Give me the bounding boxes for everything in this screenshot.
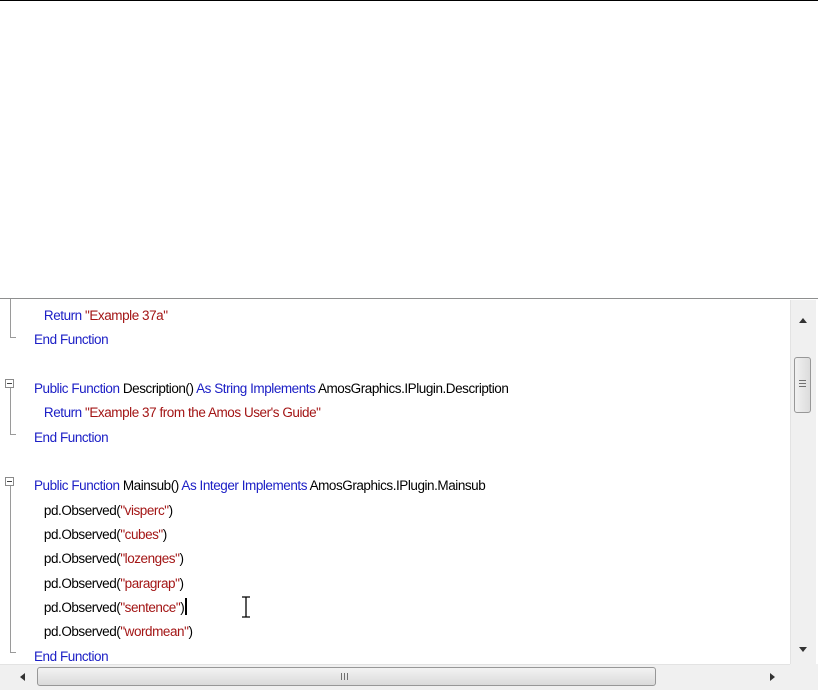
outline-end-tick [10,434,16,435]
code-text: Mainsub() [122,478,182,494]
code-text: Description() [122,381,197,397]
collapse-box-icon[interactable] [5,477,14,486]
code-line[interactable]: pd.Observed("wordmean") [34,620,786,644]
collapse-box-icon[interactable] [5,379,14,388]
code-string: "visperc" [120,502,169,518]
code-keyword: Public Function [34,478,123,494]
code-line[interactable]: pd.Observed("paragrap") [34,572,786,596]
code-text: ) [180,600,185,616]
code-line[interactable]: pd.Observed("lozenges") [34,547,786,571]
top-divider [0,0,818,1]
code-line[interactable]: Return "Example 37a" [34,304,786,328]
outline-line [10,299,11,337]
code-keyword: Public Function [34,381,123,397]
code-line[interactable]: End Function [34,328,786,352]
code-keyword: Return [43,308,86,323]
code-text: pd.Observed( [43,551,121,567]
code-text: AmosGraphics.IPlugin.Mainsub [309,478,486,494]
code-string: "cubes" [120,527,163,543]
code-line[interactable]: Public Function Mainsub() As Integer Imp… [34,474,786,498]
code-line[interactable]: Public Function Description() As String … [34,377,786,401]
outline-line [10,486,11,652]
code-line[interactable] [34,450,786,474]
code-keyword: End Function [34,332,109,348]
code-keyword: As String Implements [196,381,318,397]
code-text-area[interactable]: Return "Example 37a" End Function Public F… [34,304,786,662]
code-text: ) [179,575,184,591]
code-line[interactable]: Return "Example 37 from the Amos User's … [34,401,786,425]
code-keyword: Return [43,405,86,421]
code-text: ) [179,551,184,567]
outline-gutter [0,299,28,663]
outline-line [10,388,11,434]
code-line[interactable]: pd.Observed("sentence") [34,596,786,620]
arrow-left-icon[interactable] [20,673,25,681]
code-string: "paragrap" [120,575,180,591]
code-text: ) [162,527,168,543]
arrow-up-icon[interactable] [799,318,807,323]
code-text: ) [168,502,174,518]
code-string: "sentence" [120,600,181,616]
vertical-scroll-thumb[interactable] [794,357,811,413]
outline-end-tick [10,652,16,653]
vertical-scrollbar[interactable] [790,300,816,664]
code-keyword: As Integer Implements [181,478,310,494]
arrow-down-icon[interactable] [799,647,807,652]
code-keyword: End Function [34,429,109,445]
code-line[interactable] [34,353,786,377]
code-line[interactable]: End Function [34,426,786,450]
code-text: pd.Observed( [43,575,121,591]
ibeam-cursor-icon [242,596,250,618]
code-string: "wordmean" [120,624,189,640]
code-line[interactable]: pd.Observed("cubes") [34,523,786,547]
text-caret [185,598,188,616]
code-text: pd.Observed( [43,527,121,543]
horizontal-scroll-thumb[interactable] [37,667,656,686]
code-line[interactable]: End Function [34,645,786,662]
code-text: ) [188,624,193,640]
code-text: AmosGraphics.IPlugin.Description [317,381,509,397]
scrollbar-corner [790,664,818,690]
code-string: "lozenges" [120,551,180,567]
code-text: pd.Observed( [43,600,121,616]
horizontal-scrollbar[interactable] [0,664,818,690]
code-editor[interactable]: Return "Example 37a" End Function Public F… [0,298,818,690]
code-keyword: End Function [34,648,109,662]
code-line[interactable]: pd.Observed("visperc") [34,499,786,523]
code-string: "Example 37a" [85,308,168,323]
code-text: pd.Observed( [43,502,121,518]
arrow-right-icon[interactable] [770,673,775,681]
code-string: "Example 37 from the Amos User's Guide" [85,405,321,421]
code-text: pd.Observed( [43,624,121,640]
outline-end-tick [10,337,16,338]
